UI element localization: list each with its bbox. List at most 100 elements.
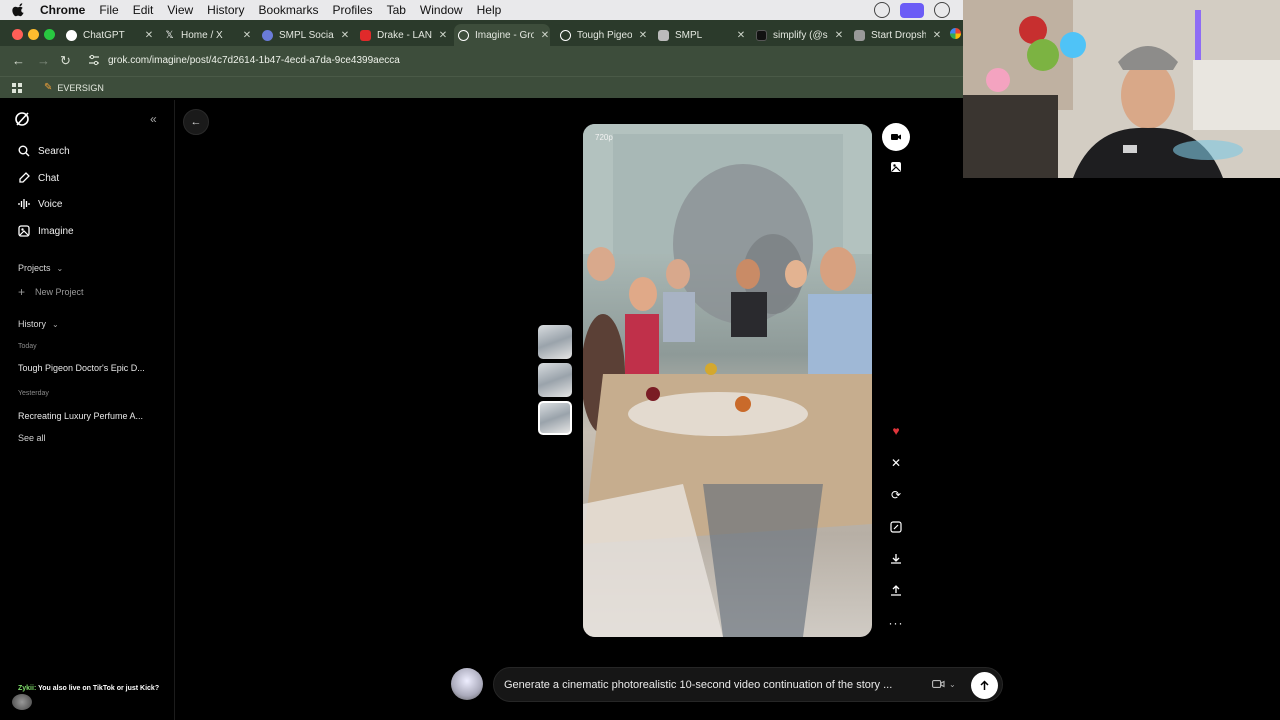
edit-image-button[interactable] (882, 513, 910, 541)
variation-thumbnail-selected[interactable] (538, 401, 572, 435)
menu-history[interactable]: History (207, 3, 244, 17)
menu-bookmarks[interactable]: Bookmarks (259, 3, 319, 17)
image-mode-button[interactable] (882, 153, 910, 181)
menu-file[interactable]: File (99, 3, 118, 17)
close-tab-icon[interactable]: ✕ (144, 30, 154, 41)
tab-smpl[interactable]: SMPL ✕ (654, 24, 746, 46)
history-header[interactable]: History ⌄ (18, 319, 59, 329)
history-item[interactable]: Tough Pigeon Doctor's Epic D... (18, 363, 145, 373)
download-button[interactable] (882, 545, 910, 573)
tab-label: ChatGPT (83, 29, 125, 41)
sidebar-item-label: Voice (38, 198, 63, 210)
tab-start-dropshipping[interactable]: Start Dropshi ✕ (850, 24, 942, 46)
arrow-up-icon (980, 680, 989, 690)
menu-window[interactable]: Window (420, 3, 463, 17)
screen-record-icon[interactable] (900, 2, 924, 18)
grok-favicon-icon (560, 29, 571, 41)
menu-profiles[interactable]: Profiles (333, 3, 373, 17)
send-button[interactable] (971, 672, 998, 699)
video-camera-icon (891, 134, 901, 140)
history-item[interactable]: Recreating Luxury Perfume A... (18, 411, 143, 421)
bookmark-eversign[interactable]: ✎ EVERSIGN (44, 82, 104, 93)
close-tab-icon[interactable]: ✕ (242, 30, 252, 41)
grok-logo-icon[interactable] (14, 111, 30, 127)
menu-tab[interactable]: Tab (387, 3, 406, 17)
projects-label: Projects (18, 263, 51, 273)
menu-view[interactable]: View (167, 3, 193, 17)
address-bar[interactable]: grok.com/imagine/post/4c7d2614-1b47-4ecd… (108, 55, 400, 66)
stream-chat-message: Zykii: You also live on TikTok or just K… (18, 685, 159, 692)
tab-simplify-tiktok[interactable]: simplify (@si ✕ (752, 24, 844, 46)
tab-label: Start Dropshi (871, 29, 926, 41)
close-window-icon[interactable] (12, 29, 23, 40)
tab-smpl-social[interactable]: SMPL Social ✕ (258, 24, 350, 46)
back-button[interactable]: ← (183, 109, 209, 135)
sidebar-item-voice[interactable]: Voice (18, 198, 62, 210)
zoom-window-icon[interactable] (44, 29, 55, 40)
share-button[interactable] (882, 577, 910, 605)
close-tab-icon[interactable]: ✕ (834, 30, 844, 41)
google-favicon-icon[interactable] (950, 28, 961, 39)
sidebar-item-imagine[interactable]: Imagine (18, 225, 74, 237)
edit-image-icon (890, 521, 902, 533)
webcam-overlay (963, 0, 1280, 178)
projects-header[interactable]: Projects ⌄ (18, 263, 63, 273)
browser-toolbar: ← → ↻ grok.com/imagine/post/4c7d2614-1b4… (0, 46, 963, 76)
video-camera-icon (932, 680, 945, 688)
variation-thumbnail[interactable] (538, 325, 572, 359)
new-project-button[interactable]: + New Project (18, 285, 84, 299)
close-tab-icon[interactable]: ✕ (932, 30, 942, 41)
smpl-favicon-icon (262, 29, 273, 41)
close-tab-icon[interactable]: ✕ (540, 30, 550, 41)
back-arrow-icon[interactable]: ← (12, 53, 25, 68)
close-tab-icon[interactable]: ✕ (438, 30, 448, 41)
chat-username: Zykii: (18, 685, 37, 692)
variation-thumbnail[interactable] (538, 363, 572, 397)
tab-imagine-grok[interactable]: Imagine - Gro ✕ (454, 24, 550, 46)
ellipsis-icon: ··· (888, 616, 904, 630)
like-button[interactable]: ♥ (882, 417, 910, 445)
apps-grid-icon[interactable] (12, 83, 22, 93)
sidebar-item-label: Chat (38, 172, 60, 184)
menu-edit[interactable]: Edit (133, 3, 154, 17)
prompt-input[interactable]: Generate a cinematic photorealistic 10-s… (493, 667, 1003, 702)
sidebar-item-label: Imagine (38, 225, 74, 237)
share-to-x-button[interactable]: ✕ (882, 449, 910, 477)
tab-home-x[interactable]: 𝕏 Home / X ✕ (160, 24, 252, 46)
tab-label: Imagine - Gro (475, 29, 534, 41)
make-video-button[interactable] (882, 123, 910, 151)
webcam-feed (963, 0, 1280, 178)
close-tab-icon[interactable]: ✕ (736, 30, 746, 41)
refresh-icon: ⟳ (890, 488, 902, 502)
tab-drake[interactable]: Drake - LAND ✕ (356, 24, 448, 46)
arrow-left-icon: ← (190, 116, 202, 128)
prompt-image-thumbnail[interactable] (451, 668, 483, 700)
tiktok-favicon-icon (756, 29, 767, 41)
close-tab-icon[interactable]: ✕ (340, 30, 350, 41)
camera-status-icon[interactable] (934, 2, 950, 18)
regenerate-button[interactable]: ⟳ (882, 481, 910, 509)
status-circle-icon[interactable] (874, 2, 890, 18)
apple-icon[interactable] (12, 3, 26, 17)
sidebar-item-search[interactable]: Search (18, 145, 70, 157)
youtube-favicon-icon (360, 29, 371, 41)
menu-help[interactable]: Help (477, 3, 502, 17)
prompt-text[interactable]: Generate a cinematic photorealistic 10-s… (504, 679, 892, 691)
see-all-link[interactable]: See all (18, 433, 46, 443)
sidebar-item-chat[interactable]: Chat (18, 172, 59, 184)
generated-video[interactable]: 720p (583, 124, 872, 637)
more-options-button[interactable]: ··· (882, 609, 910, 637)
tab-chatgpt[interactable]: ChatGPT ✕ (62, 24, 154, 46)
site-settings-icon[interactable] (88, 54, 100, 66)
minimize-window-icon[interactable] (28, 29, 39, 40)
menu-app-name[interactable]: Chrome (40, 3, 85, 17)
video-mode-selector[interactable]: ⌄ (932, 679, 956, 689)
reload-icon[interactable]: ↻ (60, 53, 71, 69)
tab-tough-pigeon[interactable]: Tough Pigeon ✕ (556, 24, 648, 46)
close-tab-icon[interactable]: ✕ (638, 30, 648, 41)
x-logo-icon: ✕ (890, 456, 902, 470)
forward-arrow-icon[interactable]: → (37, 53, 50, 68)
collapse-sidebar-icon[interactable]: « (150, 112, 157, 126)
search-icon (18, 145, 30, 157)
pen-icon: ✎ (44, 82, 53, 93)
